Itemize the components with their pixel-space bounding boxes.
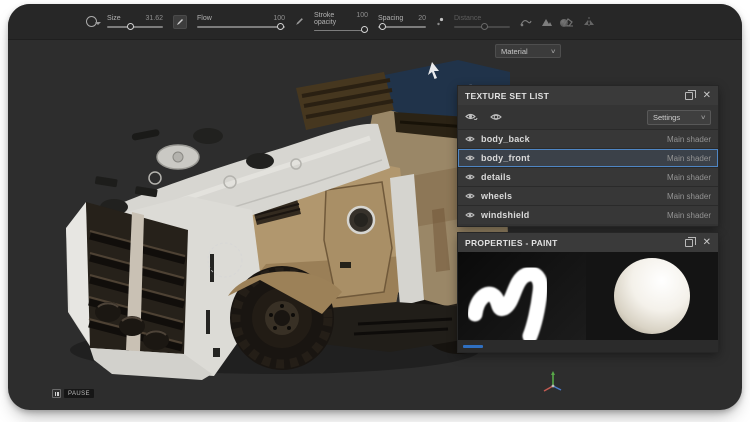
pause-icon: [52, 389, 61, 398]
close-icon[interactable]: ✕: [703, 91, 711, 101]
settings-dropdown-label: Settings: [653, 113, 680, 122]
truck-model[interactable]: 07: [60, 60, 510, 380]
properties-panel: PROPERTIES - PAINT ✕: [458, 233, 718, 352]
stroke-opacity-label: Stroke opacity: [314, 12, 350, 26]
texture-set-name: wheels: [481, 191, 661, 201]
page: 07: [0, 0, 750, 422]
size-label: Size: [107, 15, 121, 22]
texture-set-name: details: [481, 172, 661, 182]
pause-badge[interactable]: PAUSE: [52, 389, 94, 398]
texture-set-row-details[interactable]: details Main shader: [458, 167, 718, 186]
texture-set-name: body_front: [481, 153, 661, 163]
spacing-value: 20: [418, 15, 426, 22]
brush-dots-icon[interactable]: [436, 17, 444, 27]
texture-set-name: body_back: [481, 134, 661, 144]
toggle-all-visibility-icon[interactable]: [465, 112, 478, 122]
texture-set-name: windshield: [481, 210, 661, 220]
properties-title: PROPERTIES - PAINT: [465, 238, 685, 248]
properties-footer: [458, 340, 718, 352]
eye-icon[interactable]: [465, 173, 475, 181]
pen-icon[interactable]: [295, 17, 304, 26]
properties-content: [458, 252, 718, 340]
shader-dropdown-value: Material: [501, 47, 528, 56]
solo-view-icon[interactable]: [490, 112, 502, 122]
app-window: 07: [8, 4, 742, 410]
mountain-icon[interactable]: [541, 16, 553, 27]
distance-label: Distance: [454, 15, 481, 22]
texture-set-rows: body_back Main shader body_front Main sh…: [458, 129, 718, 226]
eye-icon[interactable]: [465, 192, 475, 200]
popout-icon[interactable]: [685, 239, 693, 247]
distance-slider-group[interactable]: Distance: [454, 15, 510, 28]
spacing-label: Spacing: [378, 15, 403, 22]
scroll-indicator[interactable]: [463, 345, 483, 348]
texture-set-shader[interactable]: Main shader: [667, 173, 711, 182]
distance-slider[interactable]: [454, 26, 510, 28]
chevron-down-icon: ∨: [550, 48, 556, 55]
texture-set-list-controls: Settings ∨: [458, 105, 718, 129]
symmetry-icon[interactable]: [583, 16, 595, 27]
texture-set-shader[interactable]: Main shader: [667, 211, 711, 220]
eye-icon[interactable]: [465, 135, 475, 143]
size-value: 31.62: [145, 15, 163, 22]
material-sphere-icon[interactable]: [560, 19, 568, 27]
flow-value: 100: [273, 15, 285, 22]
close-icon[interactable]: ✕: [703, 238, 711, 248]
shader-dropdown[interactable]: Material ∨: [495, 44, 561, 58]
brush-stroke-preview[interactable]: [458, 252, 586, 340]
distance-slider-knob[interactable]: [481, 23, 488, 30]
stroke-opacity-value: 100: [356, 12, 368, 26]
stroke-opacity-slider-knob[interactable]: [361, 26, 368, 33]
texture-set-row-body-back[interactable]: body_back Main shader: [458, 129, 718, 148]
texture-set-shader[interactable]: Main shader: [667, 154, 711, 163]
texture-set-list-header: TEXTURE SET LIST ✕: [458, 86, 718, 105]
flow-label: Flow: [197, 15, 212, 22]
texture-set-row-body-front[interactable]: body_front Main shader: [458, 148, 718, 167]
texture-set-shader[interactable]: Main shader: [667, 192, 711, 201]
texture-set-list-title: TEXTURE SET LIST: [465, 91, 685, 101]
size-slider-group[interactable]: Size 31.62: [107, 15, 163, 28]
texture-set-row-windshield[interactable]: windshield Main shader: [458, 205, 718, 224]
brush-toolbar: Size 31.62 Flow 100 Stroke opacity 100: [8, 4, 742, 40]
texture-set-list-panel: TEXTURE SET LIST ✕ Settings ∨: [458, 86, 718, 226]
size-slider[interactable]: [107, 26, 163, 28]
size-slider-knob[interactable]: [127, 23, 134, 30]
stroke-opacity-slider-group[interactable]: Stroke opacity 100: [314, 12, 368, 32]
texture-set-shader[interactable]: Main shader: [667, 135, 711, 144]
texture-set-row-wheels[interactable]: wheels Main shader: [458, 186, 718, 205]
pen-icon: [176, 18, 184, 26]
material-sphere-preview[interactable]: [614, 258, 690, 334]
spacing-slider-group[interactable]: Spacing 20: [378, 15, 426, 28]
popout-icon[interactable]: [685, 92, 693, 100]
eye-icon[interactable]: [465, 211, 475, 219]
flow-slider-group[interactable]: Flow 100: [197, 15, 285, 28]
flow-slider-knob[interactable]: [277, 23, 284, 30]
flow-slider[interactable]: [197, 26, 285, 28]
spacing-slider[interactable]: [378, 26, 426, 28]
stroke-opacity-slider[interactable]: [314, 30, 368, 32]
settings-dropdown[interactable]: Settings ∨: [647, 110, 711, 125]
pause-label: PAUSE: [64, 389, 94, 398]
spacing-slider-knob[interactable]: [379, 23, 386, 30]
properties-header: PROPERTIES - PAINT ✕: [458, 233, 718, 252]
chevron-down-icon: ∨: [700, 114, 706, 121]
axis-gizmo-icon[interactable]: [540, 370, 566, 396]
eye-icon[interactable]: [465, 154, 475, 162]
brush-size-preview-icon[interactable]: [86, 16, 97, 27]
lazy-mouse-curve-icon[interactable]: [520, 16, 532, 27]
stencil-brush-button[interactable]: [173, 15, 187, 29]
